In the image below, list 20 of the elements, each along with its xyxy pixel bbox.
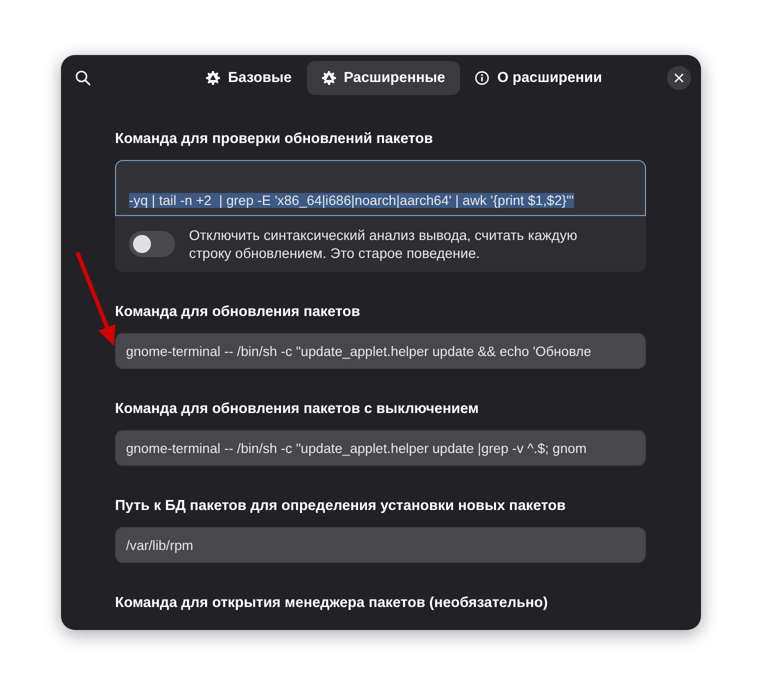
field-label: Команда для обновления пакетов bbox=[115, 304, 362, 320]
input-field[interactable]: gnome-terminal -- /bin/sh -c "update_applet.helper update && echo 'Обновле bbox=[115, 333, 646, 369]
search-icon[interactable] bbox=[75, 70, 91, 86]
tab[interactable]: Базовые bbox=[190, 61, 307, 95]
tab[interactable]: Расширенные bbox=[306, 61, 460, 95]
close-button[interactable] bbox=[667, 66, 691, 90]
input-field[interactable]: /var/lib/rpm bbox=[115, 527, 646, 563]
field-label: Команда для открытия менеджера пакетов (необязательно) bbox=[115, 595, 549, 611]
close-icon bbox=[674, 73, 684, 83]
info-icon bbox=[475, 71, 490, 85]
tab[interactable]: О расширении bbox=[460, 61, 618, 95]
gear-icon bbox=[322, 71, 336, 85]
input-field[interactable]: gnome-terminal -- /bin/sh -c "update_applet.helper update |grep -v ^.$; gnom bbox=[115, 430, 646, 466]
command-text-area[interactable]: -yq | tail -n +2 | grep -E 'x86_64|i686|noarch|aarch64' | awk '{print $1,$2}'" bbox=[115, 160, 646, 216]
field-label: Путь к БД пакетов для определения установки новых пакетов bbox=[115, 498, 567, 514]
option-text: Отключить синтаксический анализ вывода, считать каждую строку обновлением. Это старое поведение. bbox=[189, 226, 578, 262]
field-label: Команда для проверки обновлений пакетов bbox=[115, 131, 434, 147]
gear-icon bbox=[206, 71, 220, 85]
field-label: Команда для обновления пакетов с выключением bbox=[115, 401, 480, 417]
toggle-switch[interactable] bbox=[129, 231, 175, 257]
